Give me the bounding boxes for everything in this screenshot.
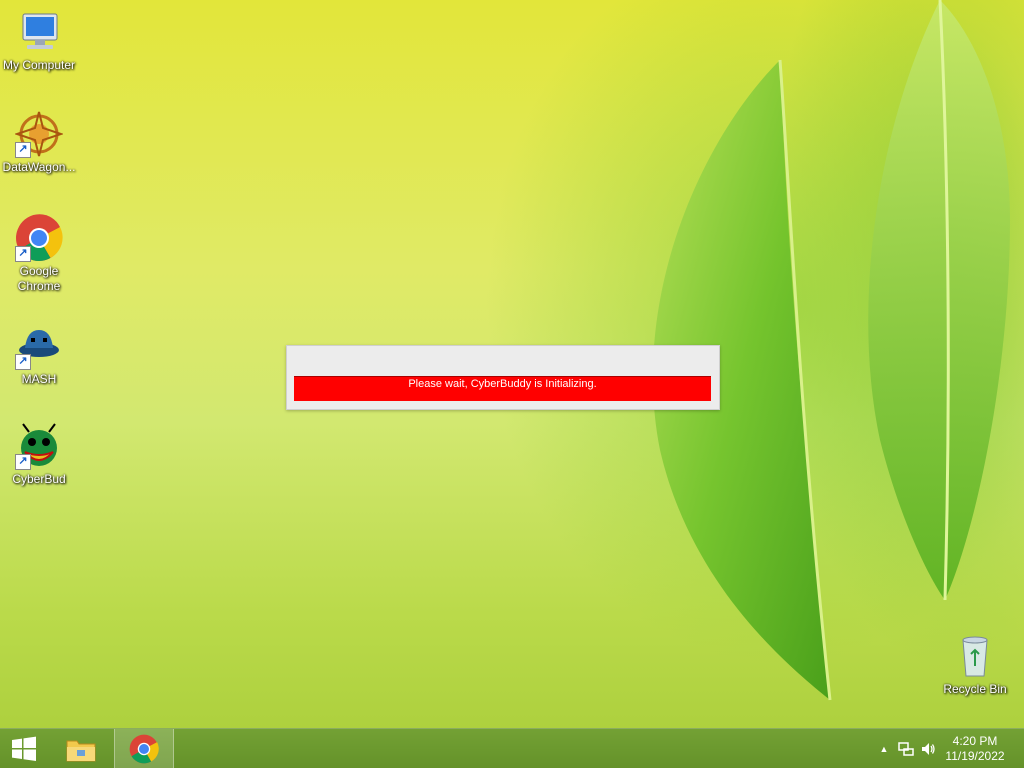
shortcut-arrow-icon: ↗ <box>15 142 31 158</box>
recycle-bin-icon <box>951 632 999 680</box>
loading-progress-bar: Please wait, CyberBuddy is Initializing. <box>294 376 711 401</box>
desktop-icon-label: MASH <box>21 372 57 386</box>
desktop-icon-recycle-bin[interactable]: Recycle Bin <box>936 632 1014 697</box>
start-button[interactable] <box>0 729 48 768</box>
clock-date: 11/19/2022 <box>945 749 1005 763</box>
shortcut-arrow-icon: ↗ <box>15 246 31 262</box>
mash-icon: ↗ <box>15 322 63 370</box>
desktop-icon-google-chrome[interactable]: ↗ Google Chrome <box>0 214 78 294</box>
desktop-icon-datawagon[interactable]: ↗ DataWagon... <box>0 110 78 175</box>
network-icon[interactable] <box>898 741 914 757</box>
clock-time: 4:20 PM <box>952 734 998 748</box>
desktop-icon-label: Google Chrome <box>17 264 61 293</box>
taskbar-file-explorer-button[interactable] <box>52 729 110 768</box>
taskbar-chrome-button[interactable] <box>114 729 174 768</box>
file-explorer-icon <box>66 740 96 762</box>
desktop-icon-label: DataWagon... <box>2 160 76 174</box>
shortcut-arrow-icon: ↗ <box>15 454 31 470</box>
loading-message: Please wait, CyberBuddy is Initializing. <box>408 378 597 390</box>
taskbar-clock[interactable]: 4:20 PM 11/19/2022 <box>940 734 1010 764</box>
windows-logo-icon <box>12 736 36 761</box>
chrome-icon <box>129 734 159 764</box>
desktop-icon-label: CyberBud <box>12 472 66 486</box>
desktop-icon-my-computer[interactable]: My Computer <box>0 8 78 73</box>
cyberbud-icon: ↗ <box>15 422 63 470</box>
desktop-icon-cyberbud[interactable]: ↗ CyberBud <box>0 422 78 487</box>
datawagon-icon: ↗ <box>13 110 65 158</box>
desktop-icon-label: My Computer <box>2 58 76 72</box>
chrome-icon: ↗ <box>15 214 63 262</box>
desktop-icon-mash[interactable]: ↗ MASH <box>0 322 78 387</box>
desktop-icon-label: Recycle Bin <box>943 682 1007 696</box>
shortcut-arrow-icon: ↗ <box>15 354 31 370</box>
desktop: My Computer ↗ DataWagon... ↗ Google Chro… <box>0 0 1024 768</box>
system-tray: ▲ 4:20 PM 11/19/2022 <box>864 729 1024 768</box>
volume-icon[interactable] <box>920 741 936 757</box>
taskbar: ▲ 4:20 PM 11/19/2022 <box>0 728 1024 768</box>
show-hidden-icons-chevron-icon[interactable]: ▲ <box>876 741 892 757</box>
loading-dialog: Please wait, CyberBuddy is Initializing. <box>286 345 720 410</box>
computer-icon <box>15 8 63 56</box>
